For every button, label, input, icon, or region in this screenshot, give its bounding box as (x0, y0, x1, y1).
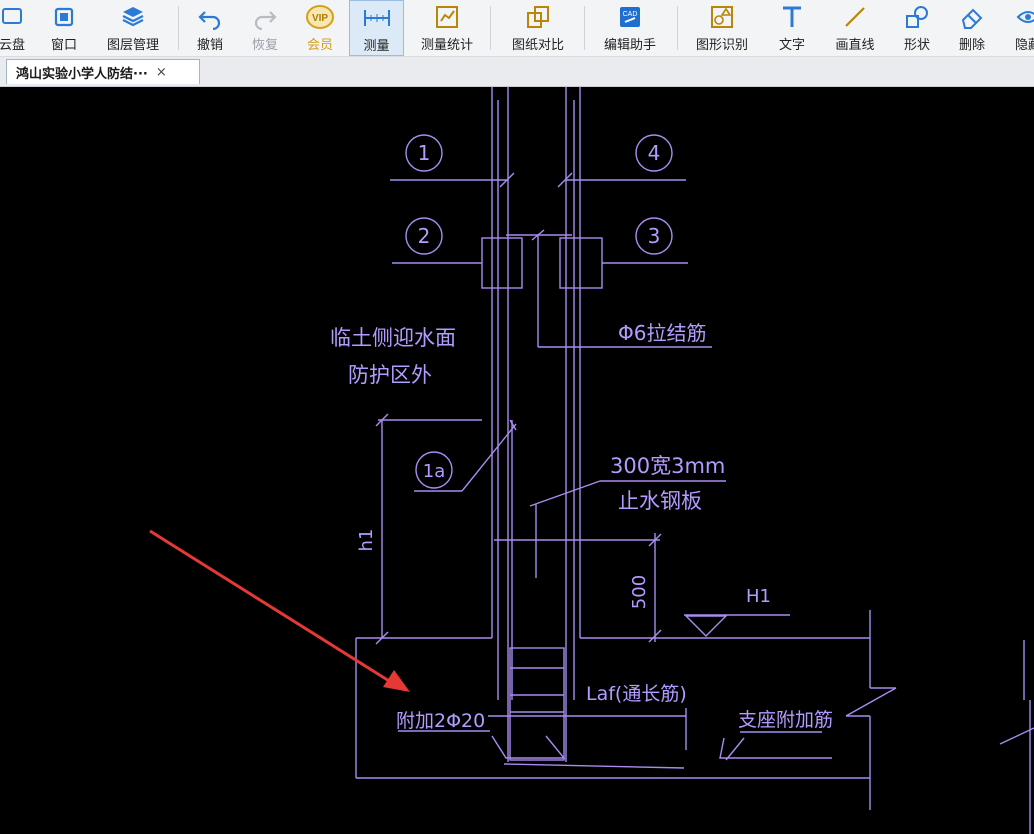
undo-label: 撤销 (196, 38, 223, 53)
grid-circles (405, 134, 673, 489)
steel-plate-text-1: 300宽3mm (610, 454, 725, 478)
circle-label-3: 3 (648, 224, 661, 248)
svg-text:CAD: CAD (623, 11, 638, 18)
draw-line-button[interactable]: 画直线 (828, 0, 882, 56)
toolbar-divider (490, 6, 491, 50)
drawing-tab[interactable]: 鸿山实验小学人防结··· × (6, 59, 200, 84)
close-icon[interactable]: × (156, 65, 167, 80)
hide-label: 隐藏 (1014, 38, 1034, 53)
h1-dimension-text: h1 (356, 529, 377, 552)
window-button[interactable]: 窗口 (44, 0, 84, 56)
vip-label: 会员 (306, 38, 333, 53)
text-button[interactable]: 文字 (772, 0, 812, 56)
measure-stats-icon (432, 2, 462, 32)
cad-edit-button[interactable]: CAD 编辑助手 (597, 0, 663, 56)
vip-icon: VIP (305, 2, 335, 32)
cloud-disk-label: 云盘 (0, 38, 25, 53)
delete-label: 删除 (958, 38, 985, 53)
measure-stats-button[interactable]: 测量统计 (414, 0, 480, 56)
circle-label-1: 1 (418, 141, 431, 165)
draw-line-label: 画直线 (835, 38, 875, 53)
undo-icon (195, 2, 225, 32)
level-h1-text: H1 (746, 586, 771, 607)
shape-recognize-button[interactable]: 图形识别 (689, 0, 755, 56)
cloud-disk-icon (0, 2, 27, 32)
measure-label: 测量 (363, 39, 390, 54)
measure-stats-label: 测量统计 (420, 38, 473, 53)
drawing-tab-title: 鸿山实验小学人防结··· (16, 66, 148, 82)
circle-label-2: 2 (418, 224, 431, 248)
laf-text: Laf(通长筋) (586, 683, 687, 705)
cloud-disk-button[interactable]: 云盘 (0, 0, 32, 56)
drawing-text: 1 4 2 3 1a Φ6拉结筋 临土侧迎水面 防护区外 300宽3mm 止水钢… (330, 141, 833, 732)
delete-button[interactable]: 删除 (952, 0, 992, 56)
compare-icon (523, 2, 553, 32)
shape-recognize-label: 图形识别 (695, 38, 748, 53)
tie-bar-text: Φ6拉结筋 (618, 321, 706, 345)
hide-button[interactable]: 隐藏 (1008, 0, 1034, 56)
toolbar-divider (584, 6, 585, 50)
redo-icon (250, 2, 280, 32)
text-icon (777, 2, 807, 32)
main-toolbar: 云盘 窗口 图层管理 撤销 恢复 VIP 会员 测量 测量统计 图纸对比 CAD… (0, 0, 1034, 57)
outside-area-text-1: 临土侧迎水面 (330, 326, 456, 350)
500-dimension-text: 500 (629, 575, 650, 609)
drawing-canvas[interactable]: 1 4 2 3 1a Φ6拉结筋 临土侧迎水面 防护区外 300宽3mm 止水钢… (0, 87, 1034, 834)
redo-button[interactable]: 恢复 (245, 0, 285, 56)
line-icon (840, 2, 870, 32)
circle-label-4: 4 (648, 141, 661, 165)
shape-label: 形状 (903, 38, 930, 53)
shape-button[interactable]: 形状 (897, 0, 937, 56)
measure-icon (362, 3, 392, 33)
text-label: 文字 (778, 38, 805, 53)
layer-manage-label: 图层管理 (106, 38, 159, 53)
cad-edit-label: 编辑助手 (603, 38, 656, 53)
window-icon (49, 2, 79, 32)
toolbar-divider (178, 6, 179, 50)
toolbar-divider (677, 6, 678, 50)
redo-label: 恢复 (251, 38, 278, 53)
outside-area-text-2: 防护区外 (348, 363, 432, 387)
svg-text:VIP: VIP (312, 13, 328, 24)
eraser-icon (957, 2, 987, 32)
hide-icon (1013, 2, 1034, 32)
layers-icon (118, 2, 148, 32)
circle-label-1a: 1a (423, 461, 445, 482)
window-label: 窗口 (50, 38, 77, 53)
undo-button[interactable]: 撤销 (190, 0, 230, 56)
document-tabbar: 鸿山实验小学人防结··· × (0, 57, 1034, 87)
layer-manage-button[interactable]: 图层管理 (100, 0, 166, 56)
additional-bar-text: 附加2Φ20 (396, 710, 485, 732)
support-bar-text: 支座附加筋 (738, 709, 833, 731)
cad-drawing: 1 4 2 3 1a Φ6拉结筋 临土侧迎水面 防护区外 300宽3mm 止水钢… (149, 87, 1034, 834)
vip-button[interactable]: VIP 会员 (300, 0, 340, 56)
steel-plate-text-2: 止水钢板 (618, 489, 702, 513)
shape-recognize-icon (707, 2, 737, 32)
compare-button[interactable]: 图纸对比 (505, 0, 571, 56)
measure-button[interactable]: 测量 (349, 0, 404, 56)
cad-edit-icon: CAD (615, 2, 645, 32)
red-arrow (149, 529, 410, 692)
compare-label: 图纸对比 (511, 38, 564, 53)
shape-icon (902, 2, 932, 32)
